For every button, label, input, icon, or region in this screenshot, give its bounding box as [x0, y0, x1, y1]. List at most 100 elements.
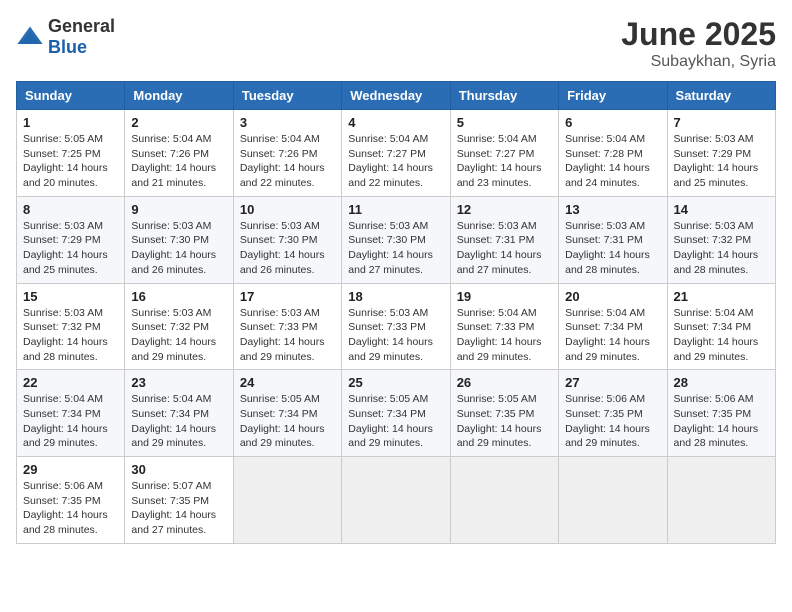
calendar-day-cell: 1 Sunrise: 5:05 AMSunset: 7:25 PMDayligh… [17, 110, 125, 197]
day-info: Sunrise: 5:04 AMSunset: 7:33 PMDaylight:… [457, 306, 552, 365]
page-header: General Blue June 2025 Subaykhan, Syria [16, 16, 776, 71]
calendar-day-cell: 6 Sunrise: 5:04 AMSunset: 7:28 PMDayligh… [559, 110, 667, 197]
day-info: Sunrise: 5:04 AMSunset: 7:34 PMDaylight:… [565, 306, 660, 365]
day-info: Sunrise: 5:03 AMSunset: 7:30 PMDaylight:… [348, 219, 443, 278]
day-info: Sunrise: 5:04 AMSunset: 7:34 PMDaylight:… [23, 392, 118, 451]
day-number: 21 [674, 289, 769, 304]
calendar-day-cell: 19 Sunrise: 5:04 AMSunset: 7:33 PMDaylig… [450, 283, 558, 370]
day-info: Sunrise: 5:04 AMSunset: 7:26 PMDaylight:… [131, 132, 226, 191]
day-info: Sunrise: 5:03 AMSunset: 7:29 PMDaylight:… [23, 219, 118, 278]
calendar-day-cell: 18 Sunrise: 5:03 AMSunset: 7:33 PMDaylig… [342, 283, 450, 370]
day-info: Sunrise: 5:05 AMSunset: 7:34 PMDaylight:… [348, 392, 443, 451]
calendar-day-cell: 23 Sunrise: 5:04 AMSunset: 7:34 PMDaylig… [125, 370, 233, 457]
calendar-day-cell: 3 Sunrise: 5:04 AMSunset: 7:26 PMDayligh… [233, 110, 341, 197]
calendar-day-cell: 10 Sunrise: 5:03 AMSunset: 7:30 PMDaylig… [233, 196, 341, 283]
weekday-header-tuesday: Tuesday [233, 82, 341, 110]
calendar-day-cell: 15 Sunrise: 5:03 AMSunset: 7:32 PMDaylig… [17, 283, 125, 370]
calendar-day-cell: 13 Sunrise: 5:03 AMSunset: 7:31 PMDaylig… [559, 196, 667, 283]
day-number: 19 [457, 289, 552, 304]
day-info: Sunrise: 5:03 AMSunset: 7:31 PMDaylight:… [457, 219, 552, 278]
day-info: Sunrise: 5:04 AMSunset: 7:27 PMDaylight:… [348, 132, 443, 191]
day-number: 13 [565, 202, 660, 217]
calendar-day-cell: 20 Sunrise: 5:04 AMSunset: 7:34 PMDaylig… [559, 283, 667, 370]
calendar-day-cell: 29 Sunrise: 5:06 AMSunset: 7:35 PMDaylig… [17, 457, 125, 544]
calendar-day-cell: 21 Sunrise: 5:04 AMSunset: 7:34 PMDaylig… [667, 283, 775, 370]
day-info: Sunrise: 5:03 AMSunset: 7:30 PMDaylight:… [131, 219, 226, 278]
calendar-day-cell [450, 457, 558, 544]
calendar-week-row: 8 Sunrise: 5:03 AMSunset: 7:29 PMDayligh… [17, 196, 776, 283]
day-number: 7 [674, 115, 769, 130]
day-number: 1 [23, 115, 118, 130]
day-number: 27 [565, 375, 660, 390]
day-info: Sunrise: 5:05 AMSunset: 7:34 PMDaylight:… [240, 392, 335, 451]
day-number: 12 [457, 202, 552, 217]
calendar-day-cell: 30 Sunrise: 5:07 AMSunset: 7:35 PMDaylig… [125, 457, 233, 544]
calendar-day-cell: 2 Sunrise: 5:04 AMSunset: 7:26 PMDayligh… [125, 110, 233, 197]
calendar-header-row: SundayMondayTuesdayWednesdayThursdayFrid… [17, 82, 776, 110]
day-info: Sunrise: 5:04 AMSunset: 7:34 PMDaylight:… [674, 306, 769, 365]
day-number: 23 [131, 375, 226, 390]
day-number: 5 [457, 115, 552, 130]
day-info: Sunrise: 5:04 AMSunset: 7:27 PMDaylight:… [457, 132, 552, 191]
day-info: Sunrise: 5:03 AMSunset: 7:29 PMDaylight:… [674, 132, 769, 191]
weekday-header-friday: Friday [559, 82, 667, 110]
calendar-day-cell [559, 457, 667, 544]
day-info: Sunrise: 5:06 AMSunset: 7:35 PMDaylight:… [674, 392, 769, 451]
day-number: 10 [240, 202, 335, 217]
day-number: 6 [565, 115, 660, 130]
weekday-header-wednesday: Wednesday [342, 82, 450, 110]
day-number: 28 [674, 375, 769, 390]
day-info: Sunrise: 5:04 AMSunset: 7:34 PMDaylight:… [131, 392, 226, 451]
day-number: 18 [348, 289, 443, 304]
day-info: Sunrise: 5:03 AMSunset: 7:32 PMDaylight:… [131, 306, 226, 365]
day-info: Sunrise: 5:06 AMSunset: 7:35 PMDaylight:… [23, 479, 118, 538]
weekday-header-sunday: Sunday [17, 82, 125, 110]
calendar-week-row: 22 Sunrise: 5:04 AMSunset: 7:34 PMDaylig… [17, 370, 776, 457]
calendar-day-cell: 16 Sunrise: 5:03 AMSunset: 7:32 PMDaylig… [125, 283, 233, 370]
logo: General Blue [16, 16, 115, 58]
day-info: Sunrise: 5:03 AMSunset: 7:33 PMDaylight:… [348, 306, 443, 365]
calendar-day-cell: 5 Sunrise: 5:04 AMSunset: 7:27 PMDayligh… [450, 110, 558, 197]
day-number: 9 [131, 202, 226, 217]
day-info: Sunrise: 5:04 AMSunset: 7:28 PMDaylight:… [565, 132, 660, 191]
calendar-day-cell: 12 Sunrise: 5:03 AMSunset: 7:31 PMDaylig… [450, 196, 558, 283]
calendar-day-cell [667, 457, 775, 544]
calendar-week-row: 15 Sunrise: 5:03 AMSunset: 7:32 PMDaylig… [17, 283, 776, 370]
calendar-day-cell: 17 Sunrise: 5:03 AMSunset: 7:33 PMDaylig… [233, 283, 341, 370]
title-block: June 2025 Subaykhan, Syria [621, 16, 776, 71]
day-number: 20 [565, 289, 660, 304]
day-number: 29 [23, 462, 118, 477]
day-info: Sunrise: 5:06 AMSunset: 7:35 PMDaylight:… [565, 392, 660, 451]
location-title: Subaykhan, Syria [621, 53, 776, 71]
logo-text: General Blue [48, 16, 115, 58]
day-number: 24 [240, 375, 335, 390]
day-info: Sunrise: 5:04 AMSunset: 7:26 PMDaylight:… [240, 132, 335, 191]
calendar-day-cell: 7 Sunrise: 5:03 AMSunset: 7:29 PMDayligh… [667, 110, 775, 197]
day-number: 15 [23, 289, 118, 304]
day-info: Sunrise: 5:03 AMSunset: 7:32 PMDaylight:… [674, 219, 769, 278]
calendar-day-cell: 26 Sunrise: 5:05 AMSunset: 7:35 PMDaylig… [450, 370, 558, 457]
calendar-day-cell [342, 457, 450, 544]
day-info: Sunrise: 5:03 AMSunset: 7:32 PMDaylight:… [23, 306, 118, 365]
calendar-day-cell [233, 457, 341, 544]
day-info: Sunrise: 5:03 AMSunset: 7:33 PMDaylight:… [240, 306, 335, 365]
calendar-week-row: 29 Sunrise: 5:06 AMSunset: 7:35 PMDaylig… [17, 457, 776, 544]
day-info: Sunrise: 5:03 AMSunset: 7:30 PMDaylight:… [240, 219, 335, 278]
calendar-day-cell: 28 Sunrise: 5:06 AMSunset: 7:35 PMDaylig… [667, 370, 775, 457]
day-number: 30 [131, 462, 226, 477]
weekday-header-thursday: Thursday [450, 82, 558, 110]
calendar-day-cell: 4 Sunrise: 5:04 AMSunset: 7:27 PMDayligh… [342, 110, 450, 197]
calendar-day-cell: 14 Sunrise: 5:03 AMSunset: 7:32 PMDaylig… [667, 196, 775, 283]
day-info: Sunrise: 5:05 AMSunset: 7:35 PMDaylight:… [457, 392, 552, 451]
day-info: Sunrise: 5:07 AMSunset: 7:35 PMDaylight:… [131, 479, 226, 538]
calendar-day-cell: 24 Sunrise: 5:05 AMSunset: 7:34 PMDaylig… [233, 370, 341, 457]
calendar-day-cell: 9 Sunrise: 5:03 AMSunset: 7:30 PMDayligh… [125, 196, 233, 283]
day-number: 3 [240, 115, 335, 130]
day-number: 17 [240, 289, 335, 304]
calendar-day-cell: 8 Sunrise: 5:03 AMSunset: 7:29 PMDayligh… [17, 196, 125, 283]
day-number: 26 [457, 375, 552, 390]
calendar-table: SundayMondayTuesdayWednesdayThursdayFrid… [16, 81, 776, 544]
day-number: 4 [348, 115, 443, 130]
day-number: 25 [348, 375, 443, 390]
day-number: 11 [348, 202, 443, 217]
